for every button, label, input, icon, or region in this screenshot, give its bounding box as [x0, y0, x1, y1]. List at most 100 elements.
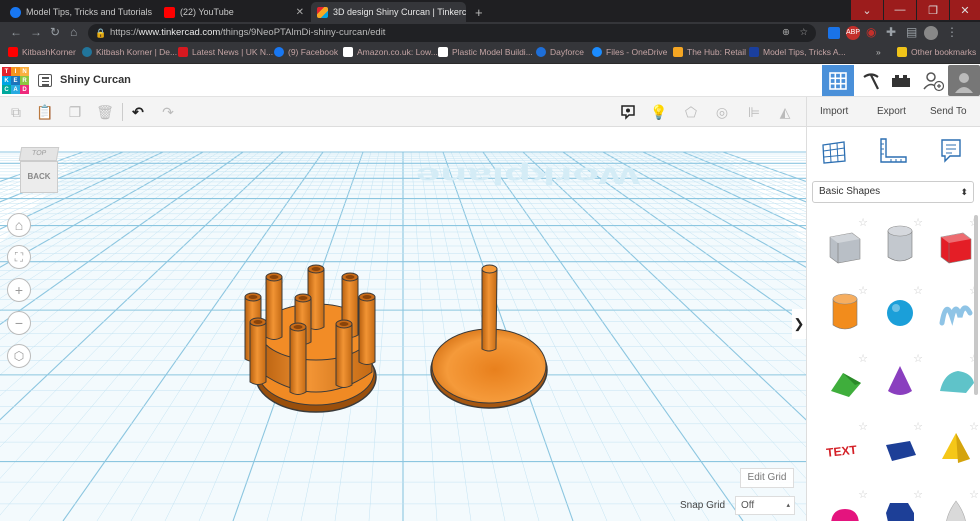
bookmark-item[interactable]: Files - OneDrive — [592, 47, 667, 57]
favorite-star-icon[interactable]: ☆ — [858, 488, 868, 501]
forward-arrow-icon[interactable]: → — [30, 25, 42, 39]
edit-grid-button[interactable]: Edit Grid — [740, 468, 794, 488]
shape-cylinder[interactable]: ☆ — [820, 283, 870, 341]
light-bulb-icon[interactable]: 💡 — [650, 103, 668, 121]
home-icon[interactable]: ⌂ — [70, 25, 77, 39]
edit-toolbar: ⧉ 📋 ❐ 🗑 ↶ ↷ 💡 ⬠ ◎ ⊫ ◭ — [0, 97, 806, 127]
design-title[interactable]: Shiny Curcan — [60, 74, 131, 86]
bookmark-star-icon[interactable]: ☆ — [799, 24, 808, 42]
shape-text[interactable]: ☆ TEXT — [820, 419, 870, 477]
view-cube-top[interactable]: TOP — [18, 147, 60, 161]
scrollbar[interactable] — [974, 215, 978, 395]
distributor-peg[interactable] — [265, 272, 283, 340]
reload-icon[interactable]: ↻ — [50, 25, 60, 39]
zoom-out-icon[interactable]: − — [7, 311, 31, 335]
shape-pyramid[interactable]: ☆ — [931, 419, 980, 477]
snap-grid-select[interactable]: Off ▴ — [735, 496, 795, 515]
shape-cylinder-hole[interactable]: ☆ — [875, 215, 925, 273]
close-window-icon[interactable]: ✕ — [950, 0, 980, 20]
tab-tinkercad[interactable]: 3D design Shiny Curcan | Tinkercad ✕ — [311, 2, 466, 22]
collapse-panel-chevron-icon[interactable]: ❯ — [792, 309, 806, 339]
add-user-icon[interactable] — [918, 66, 948, 96]
puzzle-icon[interactable]: ✚ — [886, 25, 896, 39]
avatar[interactable] — [924, 26, 938, 40]
shape-paraboloid[interactable]: ☆ — [931, 487, 980, 521]
mirror-icon[interactable]: ◭ — [776, 103, 794, 121]
minimize-icon[interactable]: — — [884, 0, 916, 20]
home-view-icon[interactable]: ⌂ — [7, 213, 31, 237]
notes-icon[interactable] — [619, 103, 637, 121]
design-menu-icon[interactable] — [38, 74, 52, 87]
shape-scribble[interactable]: ☆ — [931, 283, 980, 341]
bookmark-item[interactable]: The Hub: Retail — [673, 47, 746, 57]
align-icon[interactable]: ⊫ — [745, 103, 763, 121]
shape-sphere[interactable]: ☆ — [875, 283, 925, 341]
shape-icon[interactable]: ⬠ — [682, 103, 700, 121]
hole-icon[interactable]: ◎ — [713, 103, 731, 121]
bookmark-item[interactable]: Dayforce — [536, 47, 584, 57]
workplane-tool-icon[interactable] — [820, 137, 848, 170]
shape-round-roof[interactable]: ☆ — [931, 351, 980, 409]
view-cube[interactable]: TOP BACK — [18, 141, 60, 195]
maximize-icon[interactable]: ❐ — [917, 0, 949, 20]
zoom-in-icon[interactable]: + — [7, 278, 31, 302]
delete-icon[interactable]: 🗑 — [96, 103, 114, 121]
shape-box-hole[interactable]: ☆ — [820, 215, 870, 273]
bookmark-item[interactable]: Plastic Model Buildi... — [438, 47, 533, 57]
notes-tool-icon[interactable] — [938, 137, 964, 170]
shape-roof[interactable]: ☆ — [820, 351, 870, 409]
view-cube-back[interactable]: BACK — [20, 161, 58, 193]
back-arrow-icon[interactable]: ← — [10, 25, 22, 39]
close-tab-icon[interactable]: ✕ — [290, 7, 304, 18]
adblock-icon[interactable]: ABP — [846, 26, 860, 40]
fit-view-icon[interactable]: ⛶ — [7, 245, 31, 269]
logo-letter: R — [20, 76, 29, 85]
news-icon — [178, 47, 188, 57]
redo-icon[interactable]: ↷ — [159, 103, 177, 121]
url-input[interactable]: 🔒 https://www.tinkercad.com/things/9NeoP… — [88, 24, 816, 42]
more-bookmarks-icon[interactable]: » — [876, 47, 881, 57]
duplicate-icon[interactable]: ❐ — [66, 103, 84, 121]
menu-dots-icon[interactable]: ⋮ — [946, 25, 958, 39]
3d-workplane-viewport[interactable]: Workplane TOP BACK ⌂ ⛶ + − ⬡ ❯ Edit Grid… — [0, 127, 806, 521]
tab-model-tips[interactable]: Model Tips, Tricks and Tutorials ✕ — [4, 2, 156, 22]
shape-half-sphere[interactable]: ☆ — [820, 487, 870, 521]
install-icon[interactable]: ⊕ — [782, 24, 790, 42]
shape-wedge[interactable]: ☆ — [875, 419, 925, 477]
media-icon[interactable]: ▤ — [906, 25, 917, 39]
new-tab-button[interactable]: + — [469, 2, 487, 22]
close-tab-icon[interactable]: ✕ — [152, 7, 156, 18]
bookmark-item[interactable]: KitbashKorner — [8, 47, 76, 57]
shape-category-select[interactable]: Basic Shapes ⬍ — [812, 181, 974, 203]
undo-icon[interactable]: ↶ — [129, 103, 147, 121]
bookmark-item[interactable]: Model Tips, Tricks A... — [749, 47, 846, 57]
profile-window-button[interactable]: ⌄ — [851, 0, 883, 20]
bookmark-item[interactable]: Amazon.co.uk: Low... — [343, 47, 438, 57]
avatar[interactable] — [948, 65, 980, 96]
perspective-icon[interactable]: ⬡ — [7, 344, 31, 368]
extension-icon[interactable] — [828, 27, 840, 39]
bookmark-item[interactable]: Kitbash Korner | De... — [82, 47, 177, 57]
distributor-peg[interactable] — [358, 292, 376, 365]
distributor-peg[interactable] — [335, 319, 353, 388]
other-bookmarks[interactable]: Other bookmarks — [897, 47, 976, 57]
shape-cone[interactable]: ☆ — [875, 351, 925, 409]
distributor-peg[interactable] — [249, 317, 267, 385]
pickaxe-icon[interactable] — [856, 66, 886, 96]
paste-icon[interactable]: 📋 — [36, 103, 54, 121]
ruler-icon[interactable] — [878, 137, 908, 170]
send-to-button[interactable]: Send To — [930, 103, 967, 121]
extension-red-icon[interactable]: ◉ — [866, 25, 876, 39]
shape-polygon[interactable]: ☆ — [875, 487, 925, 521]
tinkercad-logo[interactable]: TINKERCAD — [2, 67, 29, 94]
export-button[interactable]: Export — [877, 103, 906, 121]
shape-box[interactable]: ☆ — [931, 215, 980, 273]
tab-youtube[interactable]: (22) YouTube ✕ — [158, 2, 310, 22]
copy-icon[interactable]: ⧉ — [7, 103, 25, 121]
distributor-peg[interactable] — [289, 322, 307, 395]
bookmark-item[interactable]: Latest News | UK N... — [178, 47, 273, 57]
import-button[interactable]: Import — [820, 103, 848, 121]
bookmark-item[interactable]: (9) Facebook — [274, 47, 338, 57]
3d-design-view-button[interactable] — [822, 65, 854, 96]
bricks-icon[interactable] — [886, 66, 916, 96]
